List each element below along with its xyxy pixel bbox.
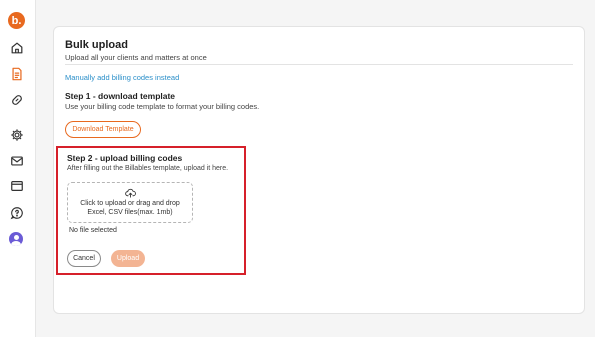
mail-icon[interactable] [8,152,26,170]
upload-button[interactable]: Upload [111,250,145,267]
browser-window-icon[interactable] [8,177,26,195]
cancel-button[interactable]: Cancel [67,250,101,267]
download-template-button[interactable]: Download Template [65,121,141,138]
page-subtitle: Upload all your clients and matters at o… [65,53,207,62]
dropzone-file-types: Excel, CSV files(max. 1mb) [87,209,173,216]
file-dropzone[interactable]: Click to upload or drag and drop Excel, … [67,182,193,223]
user-avatar-icon[interactable] [9,232,23,246]
manual-add-link[interactable]: Manually add billing codes instead [65,73,179,82]
step2-highlight-box: Step 2 - upload billing codes After fill… [56,146,246,275]
step1-title: Step 1 - download template [65,91,176,101]
gear-icon[interactable] [8,126,26,144]
home-icon[interactable] [8,39,26,57]
dropzone-instruction: Click to upload or drag and drop [80,200,180,207]
file-status: No file selected [69,227,117,234]
page-title: Bulk upload [65,39,128,51]
link-icon[interactable] [8,91,26,109]
help-chat-icon[interactable] [8,204,26,222]
brand-logo[interactable]: b. [8,12,25,29]
cloud-upload-icon [124,188,136,198]
divider [65,64,573,65]
step2-description: After filling out the Billables template… [67,165,229,172]
step2-title: Step 2 - upload billing codes [67,153,183,163]
bulk-upload-card: Bulk upload Upload all your clients and … [53,26,585,314]
sidebar: b. [0,0,36,337]
logo-letter: b. [11,14,22,27]
document-icon[interactable] [8,65,26,83]
step1-description: Use your billing code template to format… [65,102,260,111]
